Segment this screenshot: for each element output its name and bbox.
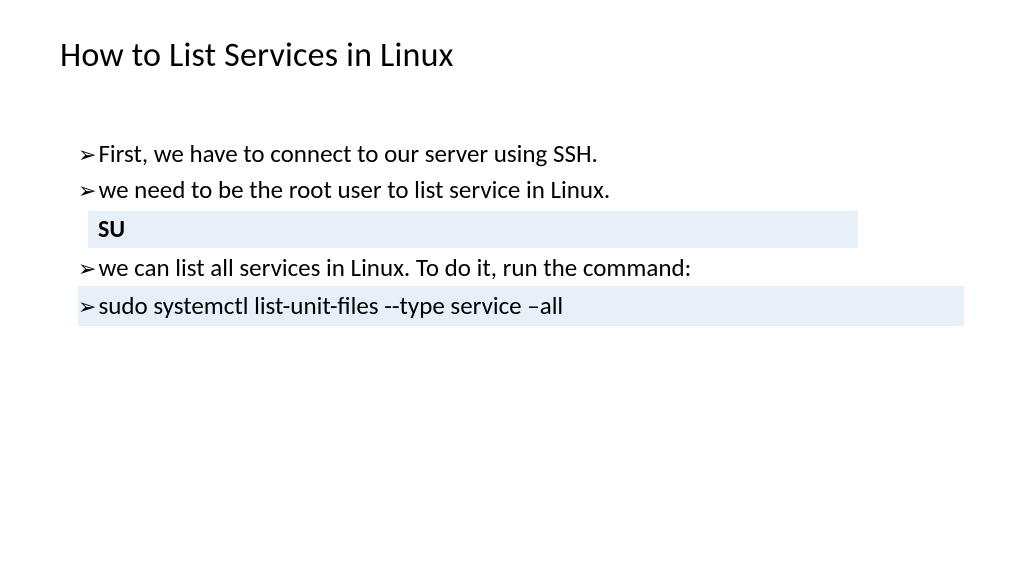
bullet-item: ➢ we need to be the root user to list se… [78,172,964,208]
bullet-arrow-icon: ➢ [78,139,96,171]
bullet-text: First, we have to connect to our server … [98,136,597,172]
bullet-arrow-icon: ➢ [78,291,96,323]
bullet-item: ➢ we can list all services in Linux. To … [78,250,964,286]
slide-content: ➢ First, we have to connect to our serve… [78,136,964,326]
bullet-text: sudo systemctl list-unit-files --type se… [98,288,563,324]
bullet-text: we need to be the root user to list serv… [98,172,610,208]
bullet-text: we can list all services in Linux. To do… [98,250,691,286]
bullet-arrow-icon: ➢ [78,253,96,285]
bullet-arrow-icon: ➢ [78,175,96,207]
slide-title: How to List Services in Linux [60,35,964,76]
bullet-item-highlighted: ➢ sudo systemctl list-unit-files --type … [78,286,964,326]
bullet-item: ➢ First, we have to connect to our serve… [78,136,964,172]
code-block: SU [88,211,858,248]
